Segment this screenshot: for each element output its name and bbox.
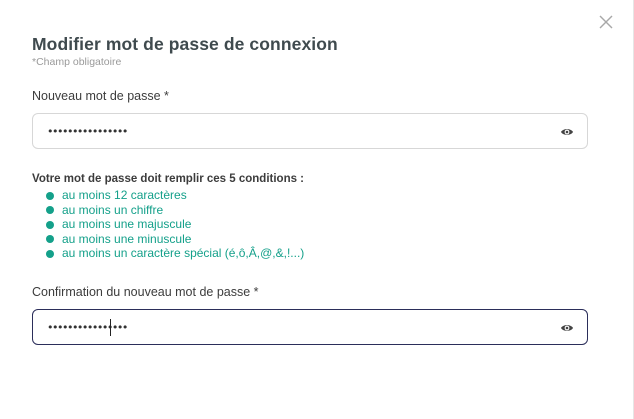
condition-item: au moins 12 caractères: [46, 188, 304, 203]
condition-label: au moins 12 caractères: [62, 188, 187, 202]
check-dot-icon: [46, 220, 54, 229]
condition-label: au moins une minuscule: [62, 231, 192, 246]
eye-icon[interactable]: [560, 125, 574, 137]
close-icon[interactable]: [598, 14, 614, 30]
condition-label: au moins une majuscule: [62, 217, 192, 231]
required-note: *Champ obligatoire: [32, 56, 122, 68]
check-dot-icon: [46, 249, 54, 258]
condition-label: au moins un caractère spécial (é,ô,Â,@,&…: [62, 246, 305, 260]
change-password-modal: Modifier mot de passe de connexion *Cham…: [0, 0, 634, 419]
modal-title: Modifier mot de passe de connexion: [32, 34, 338, 54]
check-dot-icon: [46, 235, 54, 243]
condition-item: au moins un caractère spécial (é,ô,Â,@,&…: [46, 246, 304, 261]
check-dot-icon: [46, 191, 54, 200]
new-password-label: Nouveau mot de passe *: [32, 89, 169, 103]
conditions-list: au moins 12 caractères au moins un chiff…: [46, 188, 304, 261]
condition-label: au moins un chiffre: [62, 202, 164, 217]
confirm-password-field: [32, 309, 588, 345]
text-caret: [110, 319, 111, 336]
new-password-field: [32, 113, 588, 149]
confirm-password-label: Confirmation du nouveau mot de passe *: [32, 285, 259, 299]
confirm-password-input[interactable]: [47, 310, 547, 344]
conditions-title: Votre mot de passe doit remplir ces 5 co…: [32, 173, 305, 185]
condition-item: au moins une majuscule: [46, 217, 304, 232]
eye-icon[interactable]: [560, 321, 574, 333]
check-dot-icon: [46, 206, 54, 214]
condition-item: au moins une minuscule: [46, 232, 304, 247]
condition-item: au moins un chiffre: [46, 203, 304, 218]
new-password-input[interactable]: [47, 114, 547, 148]
